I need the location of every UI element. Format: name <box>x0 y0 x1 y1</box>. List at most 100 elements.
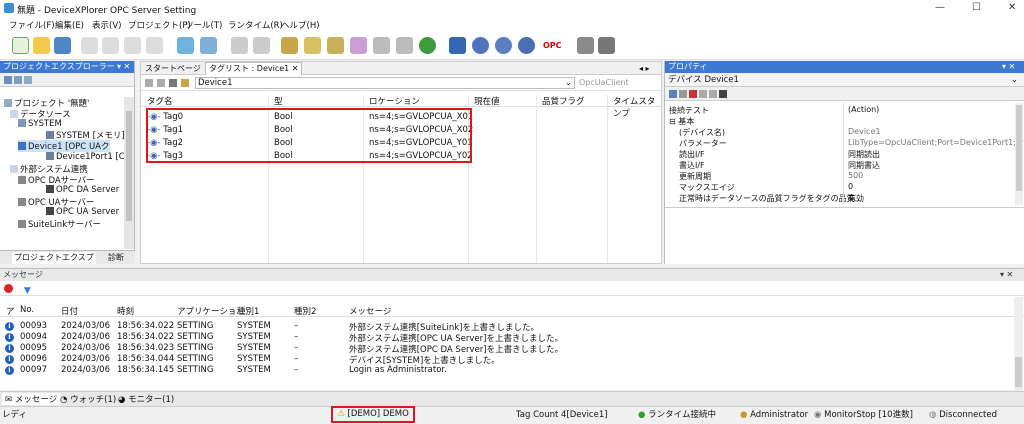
tab-project-explorer[interactable]: プロジェクトエクスプ <box>12 252 96 264</box>
col-type2[interactable]: 種別2 <box>294 305 316 317</box>
filter-icon[interactable]: ▼ <box>24 286 31 296</box>
tag-tool-icon[interactable] <box>145 79 153 87</box>
paste-icon[interactable] <box>124 37 141 54</box>
key-icon[interactable] <box>719 90 727 98</box>
connect-icon[interactable] <box>449 37 466 54</box>
sort-category-icon[interactable] <box>669 90 677 98</box>
link2-icon[interactable] <box>396 37 413 54</box>
col-type1[interactable]: 種別1 <box>237 305 259 317</box>
messages-scrollbar[interactable] <box>1014 297 1023 391</box>
tree-item-selected[interactable]: Device1 [OPC UAク <box>18 140 110 152</box>
col-icon[interactable]: ア <box>6 305 15 317</box>
tree-item[interactable]: OPC DA Server <box>46 185 119 195</box>
gear-blue-icon[interactable] <box>472 37 489 54</box>
tree-item[interactable]: OPC UA Server <box>46 207 119 217</box>
tree-item[interactable]: SYSTEM <box>18 119 62 129</box>
gear-run-icon[interactable] <box>495 37 512 54</box>
close-button[interactable]: ✕ <box>1008 2 1016 13</box>
col-quality[interactable]: 品質フラグ <box>542 95 585 107</box>
replace-icon[interactable] <box>253 37 270 54</box>
globe-icon[interactable] <box>419 37 436 54</box>
copy-icon[interactable] <box>102 37 119 54</box>
col-app[interactable]: アプリケーショ... <box>177 305 244 317</box>
tag-add-icon[interactable] <box>304 37 321 54</box>
tag-tool-icon[interactable] <box>181 79 189 87</box>
document-tabs: スタートページ タグリスト : Device1 ✕ ◂ ▸ <box>141 62 661 75</box>
tab-messages[interactable]: ✉ メッセージ <box>2 393 61 405</box>
menu-help[interactable]: ヘルプ(H) <box>281 19 320 31</box>
message-row[interactable]: i 00097 2024/03/06 18:56:34.145 SETTING SYST… <box>0 365 1000 376</box>
key-icon[interactable] <box>281 37 298 54</box>
tag-tool-icon[interactable] <box>169 79 177 87</box>
device-add-icon[interactable] <box>327 37 344 54</box>
menu-file[interactable]: ファイル(F) <box>9 19 55 31</box>
property-value[interactable]: Device1 <box>848 127 880 136</box>
col-value[interactable]: 現在値 <box>474 95 500 107</box>
explorer-tool-icon[interactable] <box>14 76 22 84</box>
property-value[interactable]: 0 <box>848 182 853 191</box>
col-no[interactable]: No. <box>20 305 34 315</box>
tag-list-panel: スタートページ タグリスト : Device1 ✕ ◂ ▸ Device1 ⌄ O… <box>140 61 662 264</box>
explorer-tool-icon[interactable] <box>24 76 32 84</box>
minimize-button[interactable]: — <box>935 2 945 13</box>
col-timestamp[interactable]: タイムスタンプ <box>613 95 661 119</box>
message-row[interactable]: i 00095 2024/03/06 18:56:34.023 SETTING SYST… <box>0 343 1000 355</box>
property-value[interactable]: 500 <box>848 171 863 180</box>
import-icon[interactable] <box>200 37 217 54</box>
explorer-scrollbar[interactable] <box>124 97 134 249</box>
stop-icon[interactable] <box>4 284 13 293</box>
property-category[interactable]: ⊟ 基本 <box>669 116 694 127</box>
tools-icon[interactable] <box>577 37 594 54</box>
property-page-icon[interactable] <box>689 90 697 98</box>
message-row[interactable]: i 00096 2024/03/06 18:56:34.044 SETTING SYST… <box>0 354 1000 366</box>
property-tool-icon[interactable] <box>699 90 707 98</box>
delete-icon[interactable] <box>146 37 163 54</box>
property-tool-icon[interactable] <box>709 90 717 98</box>
opc-icon[interactable]: OPC <box>543 37 567 54</box>
col-type[interactable]: 型 <box>274 95 283 107</box>
col-message[interactable]: メッセージ <box>349 305 391 317</box>
properties-scrollbar[interactable] <box>1015 103 1023 205</box>
menu-runtime[interactable]: ランタイム(R) <box>228 19 283 31</box>
tree-item[interactable]: SuiteLinkサーバー <box>18 218 101 230</box>
tab-scroll-icon[interactable]: ◂ ▸ <box>639 63 650 75</box>
message-row[interactable]: i 00094 2024/03/06 18:56:34.022 SETTING SYST… <box>0 332 1000 344</box>
message-row[interactable]: i 00093 2024/03/06 18:56:34.022 SETTING SYST… <box>0 321 1000 333</box>
save-icon[interactable] <box>54 37 71 54</box>
group-add-icon[interactable] <box>350 37 367 54</box>
menu-view[interactable]: 表示(V) <box>92 19 121 31</box>
gear-stop-icon[interactable] <box>518 37 535 54</box>
col-location[interactable]: ロケーション <box>369 95 420 107</box>
property-name: 更新周期 <box>679 172 711 181</box>
col-date[interactable]: 日付 <box>61 305 78 317</box>
property-value[interactable]: 同期書込 <box>848 160 880 171</box>
link-icon[interactable] <box>373 37 390 54</box>
device-selector[interactable]: Device1 ⌄ <box>195 77 575 89</box>
property-value[interactable]: (Action) <box>848 105 879 114</box>
tab-diagnostics[interactable]: 診断 <box>108 252 124 264</box>
menu-project[interactable]: プロジェクト(P) <box>128 19 191 31</box>
col-tag-name[interactable]: タグ名 <box>147 95 173 107</box>
message-table-header: ア No. 日付 時刻 アプリケーショ... 種別1 種別2 メッセージ <box>0 305 1024 317</box>
tab-monitor[interactable]: ◕ モニター(1) <box>118 393 174 405</box>
search-icon[interactable] <box>231 37 248 54</box>
tab-watch[interactable]: ◔ ウォッチ(1) <box>60 393 116 405</box>
menu-edit[interactable]: 編集(E) <box>55 19 84 31</box>
settings-icon[interactable] <box>598 37 615 54</box>
new-icon[interactable] <box>12 37 29 54</box>
col-time[interactable]: 時刻 <box>117 305 134 317</box>
cut-icon[interactable] <box>81 37 98 54</box>
menu-tools[interactable]: ツール(T) <box>185 19 222 31</box>
property-value[interactable]: 同期読出 <box>848 149 880 160</box>
tag-tool-icon[interactable] <box>157 79 165 87</box>
open-folder-icon[interactable] <box>33 37 50 54</box>
tab-start-page[interactable]: スタートページ <box>145 63 201 75</box>
maximize-button[interactable]: ☐ <box>972 2 981 13</box>
tree-item[interactable]: Device1Port1 [C <box>46 152 125 162</box>
property-value[interactable]: 有効 <box>848 193 864 204</box>
monitor-icon[interactable] <box>177 37 194 54</box>
sort-alpha-icon[interactable] <box>679 90 687 98</box>
property-value[interactable]: LibType=OpcUaClient;Port=Device1Port1;In… <box>848 138 1024 147</box>
tab-tag-list[interactable]: タグリスト : Device1 ✕ <box>205 62 303 75</box>
explorer-tool-icon[interactable] <box>4 76 12 84</box>
